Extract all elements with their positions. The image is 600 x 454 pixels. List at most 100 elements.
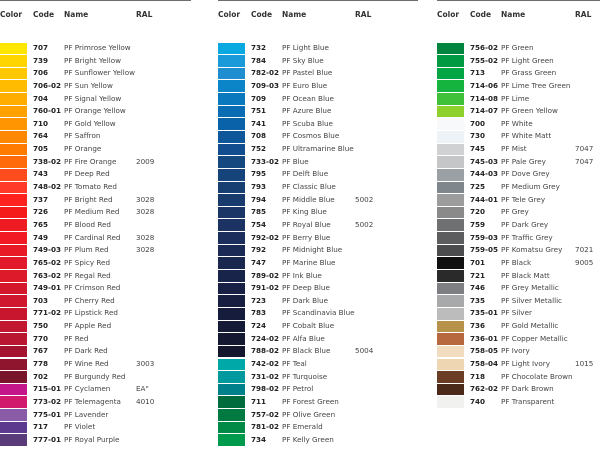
color-code: 792 [251, 245, 267, 255]
color-swatch [218, 383, 245, 396]
color-swatch [0, 358, 27, 371]
ral-code: 5002 [355, 194, 374, 204]
color-code: 762-02 [470, 384, 498, 394]
color-swatch [0, 409, 27, 421]
color-swatch [218, 232, 245, 244]
color-name: PF Telemagenta [64, 396, 121, 406]
color-swatch [0, 67, 27, 80]
color-swatch [218, 130, 245, 143]
color-swatch [437, 358, 464, 371]
color-swatch [437, 156, 464, 168]
color-swatch [0, 244, 27, 257]
color-swatch [0, 194, 27, 206]
color-swatch [0, 345, 27, 358]
color-name: PF Spicy Red [64, 257, 111, 267]
color-code: 733-02 [251, 156, 279, 166]
color-swatch [218, 396, 245, 409]
color-name: PF Burgundy Red [64, 371, 126, 381]
color-row: 730 PF White Matt [437, 130, 600, 143]
color-row: 724-02 PF Alfa Blue [218, 333, 418, 346]
color-code: 775-01 [33, 409, 61, 419]
header-code: Code [33, 10, 55, 19]
color-code: 703 [33, 295, 49, 305]
color-code: 745-03 [470, 156, 498, 166]
color-swatch [218, 67, 245, 80]
color-row: 714-08 PF Lime [437, 93, 600, 106]
color-swatch [437, 257, 464, 269]
color-row: 763-02 PF Regal Red [0, 270, 191, 283]
color-code: 751 [251, 106, 267, 116]
color-name: PF Mist [501, 144, 527, 154]
color-row: 758-04 PF Light Ivory 1015 [437, 358, 600, 371]
color-swatch [437, 67, 464, 80]
color-name: PF Orange [64, 144, 102, 154]
color-name: PF Olive Green [282, 409, 336, 419]
color-code: 731-02 [251, 371, 279, 381]
color-name: PF Violet [64, 422, 96, 432]
color-swatch [0, 257, 27, 269]
color-row: 783 PF Scandinavia Blue [218, 307, 418, 320]
color-code: 754 [251, 219, 267, 229]
color-name: PF Sky Blue [282, 55, 324, 65]
color-name: PF Pastel Blue [282, 68, 333, 78]
color-swatch [218, 42, 245, 55]
color-row: 714-06 PF Lime Tree Green [437, 80, 600, 93]
color-swatch [437, 371, 464, 383]
ral-code: 1015 [575, 359, 594, 369]
color-row: 748-02 PF Tomato Red [0, 181, 191, 194]
color-row: 720 PF Grey [437, 206, 600, 219]
color-row: 711 PF Forest Green [218, 396, 418, 409]
color-code: 732 [251, 43, 267, 52]
color-code: 783 [251, 308, 267, 318]
color-code: 748-02 [33, 182, 61, 192]
color-code: 764 [33, 131, 49, 141]
color-code: 770 [33, 333, 49, 343]
color-swatch [0, 270, 27, 282]
color-name: PF Alfa Blue [282, 333, 325, 343]
color-code: 720 [470, 207, 486, 217]
color-code: 778 [33, 359, 49, 369]
color-name: PF Light Ivory [501, 359, 550, 369]
color-swatch [218, 358, 245, 371]
color-row: 723 PF Dark Blue [218, 295, 418, 308]
color-name: PF Medium Grey [501, 182, 560, 192]
color-row: 795 PF Delft Blue [218, 168, 418, 181]
color-name: PF White [501, 118, 533, 128]
color-name: PF Lipstick Red [64, 308, 118, 318]
color-swatch [0, 421, 27, 434]
ral-code: 5002 [355, 219, 374, 229]
color-swatch [0, 143, 27, 156]
color-code: 715-01 [33, 384, 61, 394]
color-name: PF Red [64, 333, 89, 343]
color-name: PF Sun Yellow [64, 80, 113, 90]
header-code: Code [251, 10, 273, 19]
color-row: 755-02 PF Light Green [437, 55, 600, 68]
color-swatch [437, 307, 464, 320]
color-swatch [437, 244, 464, 257]
color-swatch [437, 396, 464, 409]
color-code: 705 [33, 144, 49, 154]
color-row: 721 PF Black Matt [437, 270, 600, 283]
color-swatch [437, 345, 464, 358]
color-swatch [437, 80, 464, 93]
color-swatch [0, 232, 27, 244]
color-row: 784 PF Sky Blue [218, 55, 418, 68]
color-code: 749-01 [33, 283, 61, 293]
color-swatch [0, 105, 27, 118]
color-code: 773-02 [33, 396, 61, 406]
color-row: 736 PF Gold Metallic [437, 320, 600, 333]
color-row: 782-02 PF Pastel Blue [218, 67, 418, 80]
color-name: PF Emerald [282, 422, 323, 432]
header-rule [218, 0, 418, 1]
color-row: 788-02 PF Black Blue 5004 [218, 345, 418, 358]
color-row: 751 PF Azure Blue [218, 105, 418, 118]
color-name: PF Royal Blue [282, 219, 331, 229]
color-name: PF Ultramarine Blue [282, 144, 354, 154]
color-code: 781-02 [251, 422, 279, 432]
color-swatch [437, 232, 464, 244]
color-swatch [437, 42, 464, 55]
color-name: PF Primrose Yellow [64, 43, 131, 52]
color-code: 734 [251, 434, 267, 444]
color-swatch [218, 307, 245, 320]
color-row: 738-02 PF Fire Orange 2009 [0, 156, 191, 169]
